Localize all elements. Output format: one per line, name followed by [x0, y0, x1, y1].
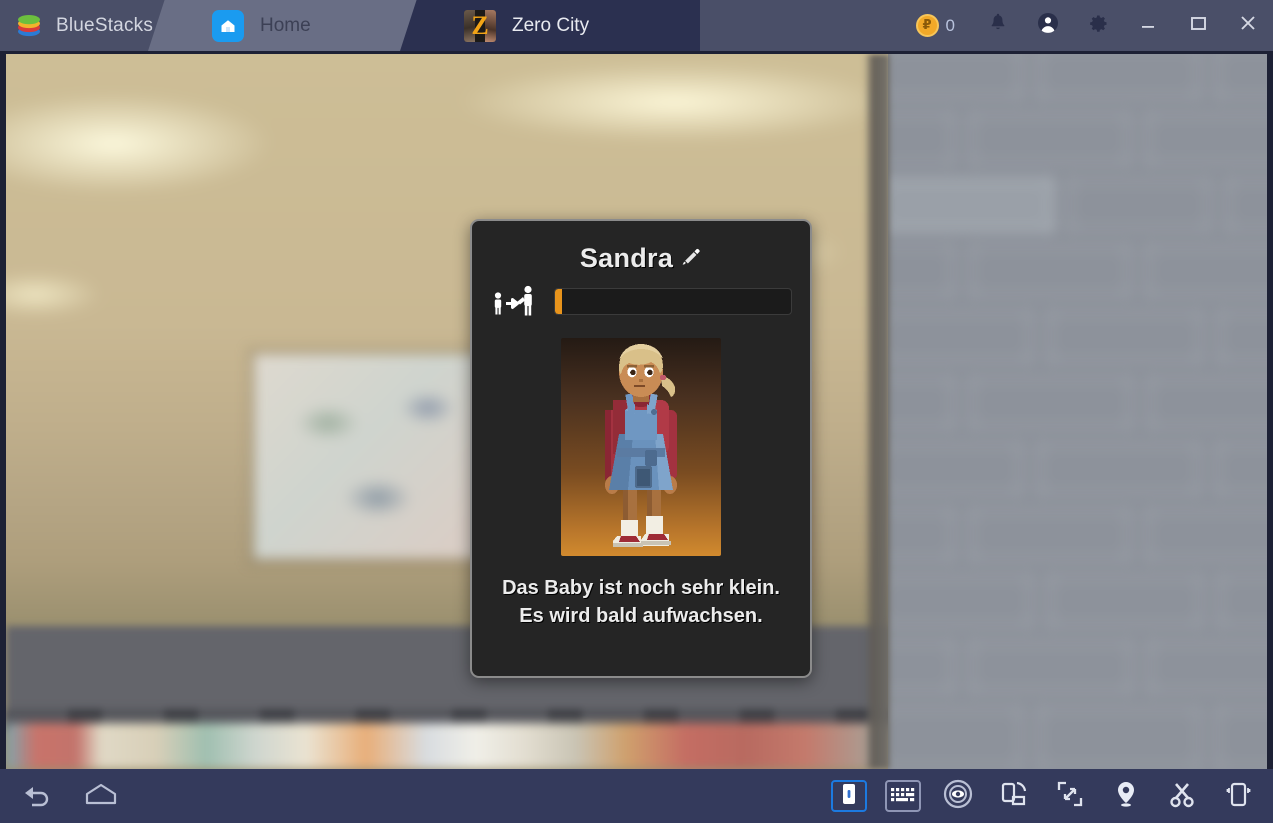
title-bar: BlueStacks Home Z Zero City ₽ 0 [0, 0, 1273, 51]
cut-button[interactable] [1163, 777, 1201, 815]
tab-zero-city-label: Zero City [512, 14, 590, 36]
game-controls-icon [842, 783, 856, 810]
home-outline-icon [84, 782, 118, 811]
keyboard-controls-button[interactable] [885, 780, 921, 812]
maximize-button[interactable] [1173, 0, 1223, 51]
fullscreen-button[interactable] [1051, 777, 1089, 815]
background-wall-edge [864, 54, 890, 769]
tab-home-label: Home [260, 14, 311, 36]
maximize-icon [1188, 13, 1208, 38]
growth-progress-fill [555, 288, 563, 314]
bell-icon [987, 12, 1009, 39]
navigation-buttons [18, 777, 120, 815]
settings-button[interactable] [1073, 0, 1123, 51]
rotate-device-icon [999, 779, 1029, 814]
close-button[interactable] [1223, 0, 1273, 51]
home-icon [212, 9, 244, 42]
points-value: 0 [945, 15, 955, 35]
window-controls: ₽ 0 [915, 0, 1273, 51]
home-button[interactable] [82, 777, 120, 815]
shake-device-icon [1224, 780, 1252, 813]
emulator-tools [831, 777, 1257, 815]
points-indicator[interactable]: ₽ 0 [915, 14, 955, 37]
back-button[interactable] [18, 777, 56, 815]
bottom-toolbar [0, 769, 1273, 823]
back-arrow-icon [21, 781, 53, 812]
pencil-edit-icon[interactable] [680, 243, 702, 274]
notifications-button[interactable] [973, 0, 1023, 51]
bluestacks-logo-icon [14, 11, 44, 41]
character-description: Das Baby ist noch sehr klein. Es wird ba… [502, 577, 780, 628]
growth-progress-row [472, 283, 810, 319]
background-shelf-items [6, 723, 888, 769]
account-button[interactable] [1023, 0, 1073, 51]
brand-area: BlueStacks [14, 0, 153, 51]
avatar-icon [1036, 11, 1060, 40]
eye-icon [943, 779, 973, 814]
fullscreen-expand-icon [1056, 780, 1084, 813]
location-pin-icon [1114, 780, 1138, 813]
game-controls-button[interactable] [831, 780, 867, 812]
brand-label: BlueStacks [56, 14, 154, 36]
close-icon [1237, 12, 1259, 39]
character-name: Sandra [579, 243, 674, 273]
background-brick-wall [888, 54, 1267, 769]
bluestacks-window: BlueStacks Home Z Zero City ₽ 0 Sandra D… [0, 0, 1273, 823]
tab-zero-city[interactable]: Z Zero City [400, 0, 700, 51]
scissors-icon [1168, 780, 1196, 813]
character-name-row: Sandra [472, 243, 810, 274]
character-info-dialog: Sandra Das Baby ist noch sehr klein. Es … [470, 219, 812, 678]
game-screen[interactable]: Sandra Das Baby ist noch sehr klein. Es … [6, 54, 1267, 769]
tab-home[interactable]: Home [148, 0, 418, 51]
coin-icon: ₽ [915, 14, 939, 37]
child-to-adult-growth-icon [490, 283, 542, 319]
brick-pattern [888, 54, 1267, 769]
minimize-icon [1138, 13, 1158, 38]
shake-device-button[interactable] [1219, 777, 1257, 815]
keyboard-icon [889, 785, 917, 808]
location-button[interactable] [1107, 777, 1145, 815]
minimize-button[interactable] [1123, 0, 1173, 51]
gear-icon [1087, 12, 1110, 40]
rotate-device-button[interactable] [995, 777, 1033, 815]
eye-tracking-button[interactable] [939, 777, 977, 815]
growth-progress-bar[interactable] [554, 287, 792, 315]
zero-city-game-icon: Z [464, 9, 496, 42]
character-portrait [561, 338, 721, 556]
